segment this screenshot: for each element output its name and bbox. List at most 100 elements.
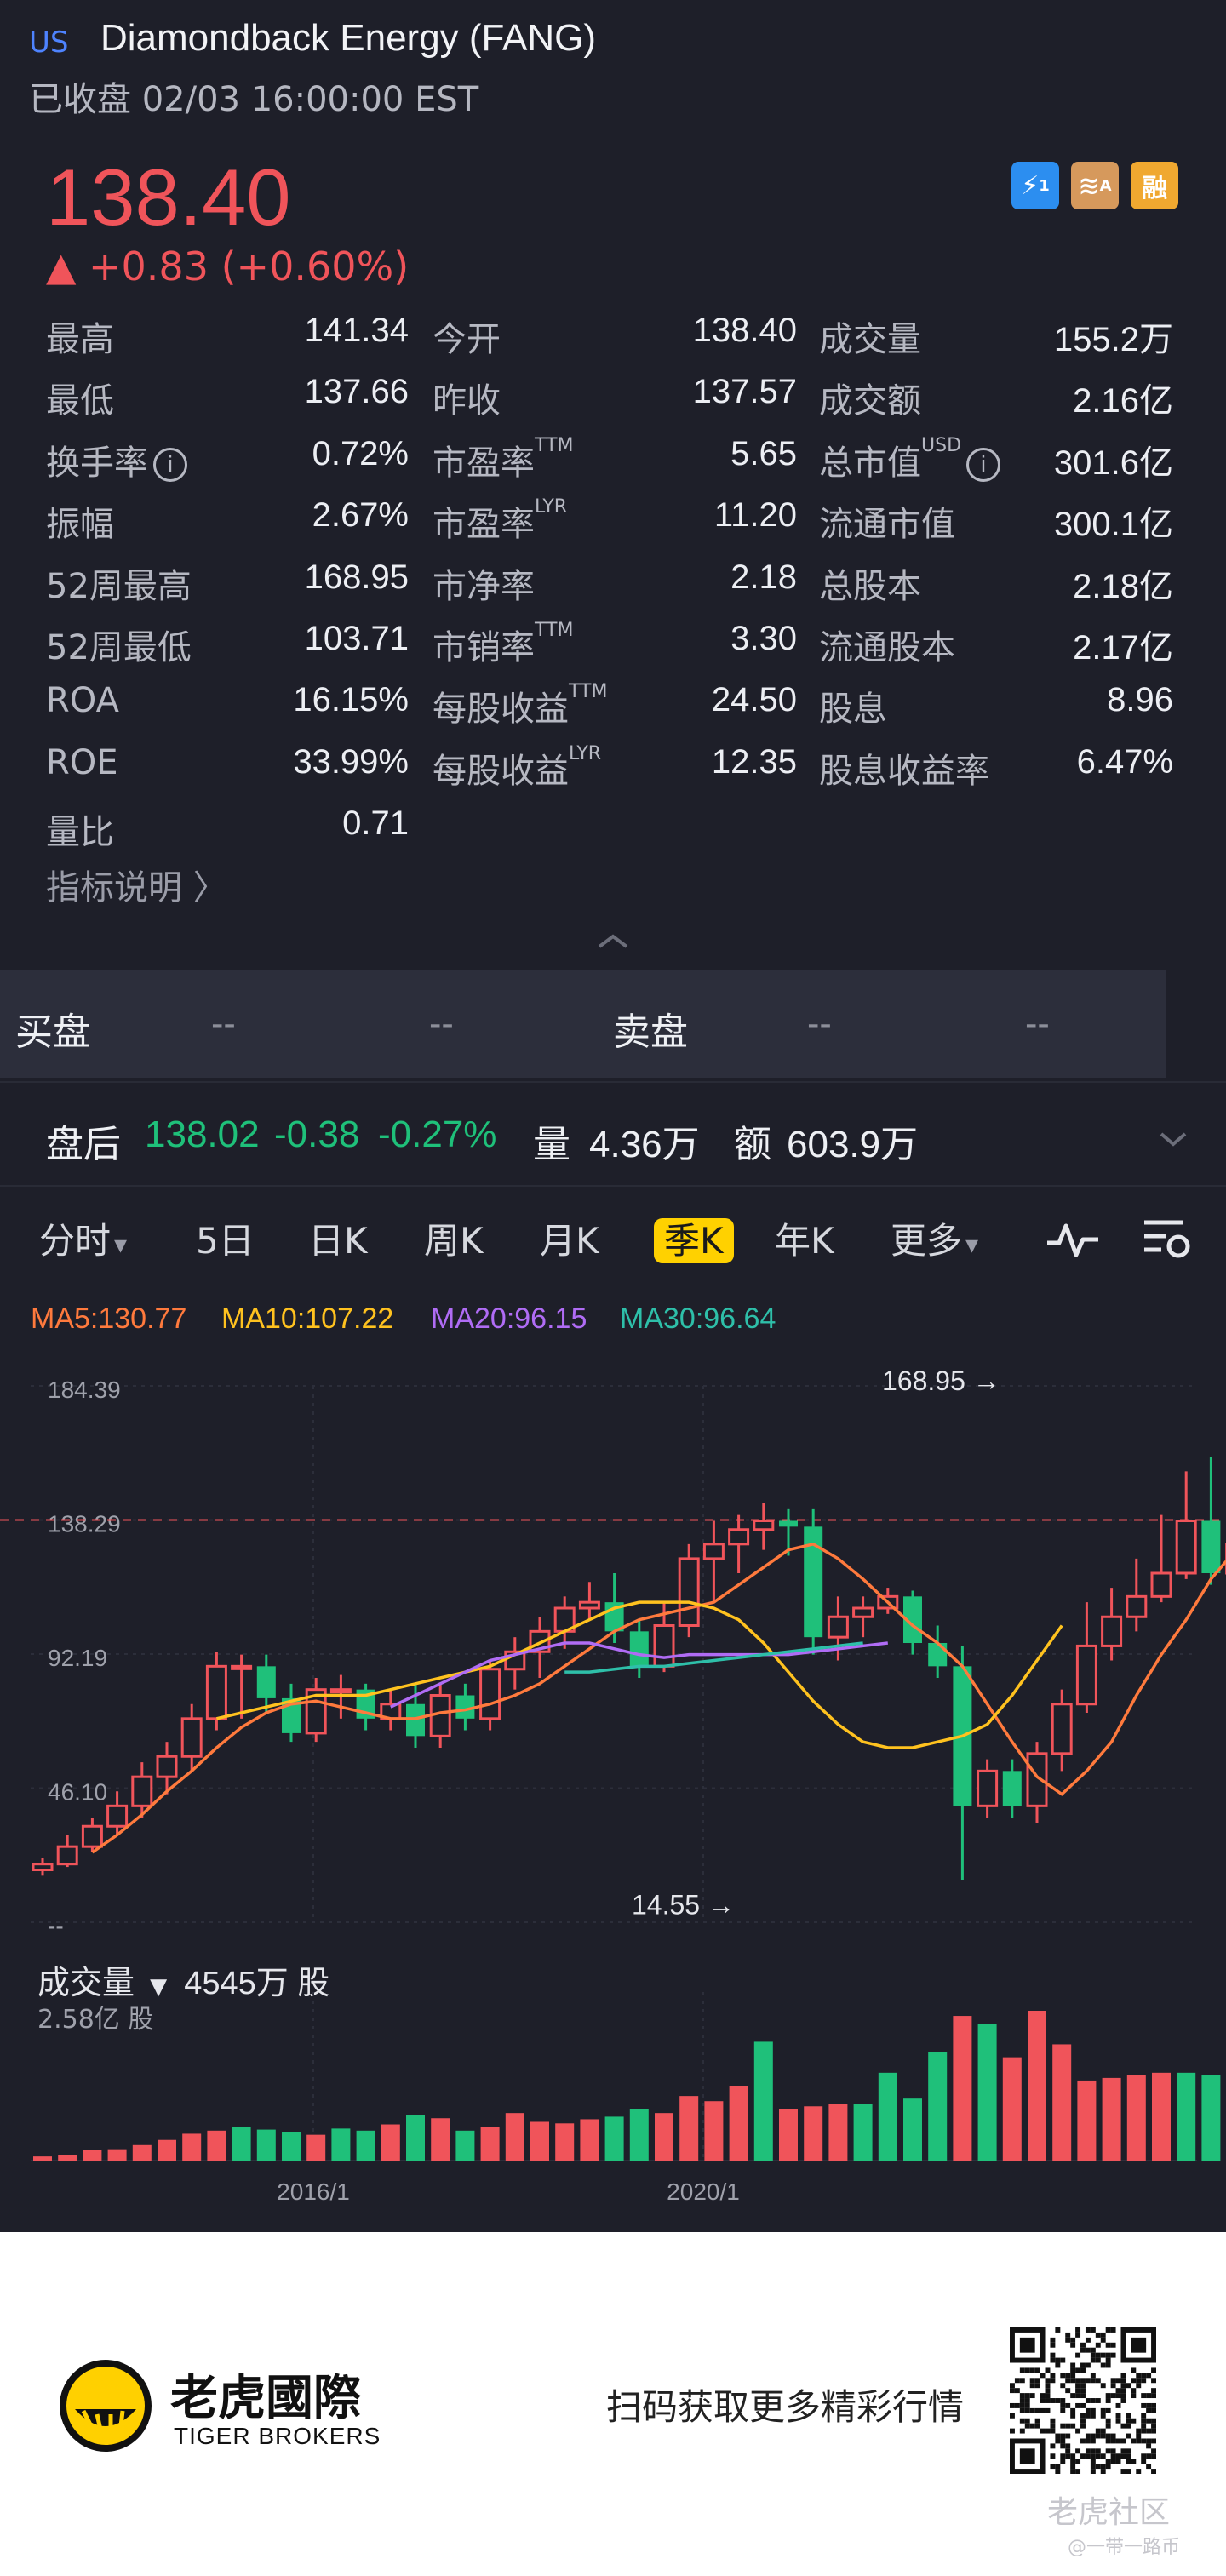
stat-label: 昨收 [433, 381, 501, 421]
tiger-logo-icon [60, 2360, 152, 2452]
after-hours-bar[interactable]: 盘后 138.02 -0.38 -0.27% 量 4.36万 额 603.9万 [0, 1090, 1226, 1183]
stat-cell: 总市值USDi 301.6亿 [819, 435, 1173, 483]
tab-period[interactable]: 年K [775, 1212, 834, 1264]
candle [1002, 1759, 1022, 1818]
ma-legend-item: MA20:96.15 [431, 1302, 587, 1335]
indicator-explanation-link[interactable]: 指标说明 〉 [46, 860, 227, 909]
volume-bar [182, 2133, 202, 2161]
stat-label: 量比 [46, 813, 114, 853]
stat-value: 6.47% [1076, 742, 1173, 781]
tab-label: 季K [654, 1218, 734, 1263]
volume-bar [306, 2134, 326, 2161]
candle [728, 1514, 750, 1573]
volume-bar [928, 2052, 948, 2161]
candle [1051, 1689, 1073, 1772]
volume-bar [903, 2098, 922, 2161]
stat-cell: 市净率 2.18 [433, 558, 797, 606]
stat-label: 振幅 [46, 505, 114, 545]
watermark-community: 老虎社区 [1047, 2495, 1171, 2530]
stat-label: 总股本 [819, 566, 921, 606]
volume-max-label: 2.58亿 股 [37, 2005, 153, 2035]
after-hours-price: 138.02 [145, 1113, 260, 1155]
stat-value: 300.1亿 [1053, 506, 1173, 544]
collapse-caret-icon[interactable] [596, 931, 630, 950]
chevron-down-icon[interactable] [1158, 1131, 1189, 1149]
brand-name-en: TIGER BROKERS [174, 2423, 381, 2449]
y-tick-label: 138.29 [48, 1511, 121, 1537]
after-hours-amt-label: 额 [734, 1123, 771, 1166]
candle [231, 1654, 253, 1719]
stat-label-suffix: TTM [535, 434, 574, 456]
stat-label: 每股收益 [433, 751, 569, 791]
tab-period[interactable]: 更多 ▾ [891, 1212, 978, 1264]
low-annotation: 14.55 → [632, 1889, 735, 1920]
qr-code [1010, 2327, 1156, 2474]
stat-cell: 成交额 2.16亿 [819, 373, 1173, 421]
candle [553, 1596, 576, 1649]
stat-cell: 每股收益LYR 12.35 [433, 743, 797, 791]
tab-period[interactable]: 日K [308, 1212, 368, 1264]
stat-value: 168.95 [304, 558, 409, 596]
stat-cell: 52周最低 103.71 [46, 620, 409, 667]
chart-settings-icon[interactable] [1141, 1217, 1192, 1262]
volume-bar [480, 2127, 500, 2161]
stat-cell: 总股本 2.18亿 [819, 558, 1173, 606]
volume-bar [779, 2109, 798, 2161]
tab-period[interactable]: 5日 [196, 1212, 255, 1264]
ma-legend-item: MA5:130.77 [31, 1302, 187, 1335]
volume-bar [381, 2124, 400, 2161]
tab-period[interactable]: 季K [654, 1212, 734, 1264]
candle [1075, 1602, 1097, 1713]
tab-label: 更多 [891, 1220, 963, 1262]
volume-bar [1002, 2057, 1022, 2161]
tab-period[interactable]: 分时 ▾ [39, 1212, 127, 1264]
stat-value: 141.34 [304, 312, 409, 349]
stat-label: 股息 [819, 690, 887, 730]
volume-bar [555, 2123, 575, 2161]
stat-cell: 股息 8.96 [819, 681, 1173, 730]
stat-cell: 量比 0.71 [46, 804, 409, 853]
x-tick-label: 2020/1 [667, 2178, 740, 2205]
tab-label: 年K [775, 1220, 834, 1262]
caret-down-icon: ▾ [965, 1230, 979, 1260]
volume-bar [753, 2041, 773, 2161]
stat-label: 每股收益 [433, 690, 569, 730]
candle [180, 1703, 203, 1772]
stat-cell: 每股收益TTM 24.50 [433, 681, 797, 730]
candle [356, 1683, 375, 1731]
stat-label: 52周最高 [46, 566, 192, 606]
volume-bar [604, 2116, 624, 2161]
volume-bar [977, 2024, 997, 2161]
stat-value: 103.71 [304, 620, 409, 657]
stat-value: 2.17亿 [1073, 629, 1173, 667]
tab-label: 分时 [39, 1220, 112, 1262]
tab-period[interactable]: 月K [540, 1212, 599, 1264]
candle [903, 1590, 922, 1655]
stat-label-suffix: TTM [569, 681, 608, 703]
stat-cell: 市盈率TTM 5.65 [433, 434, 797, 483]
candle [977, 1759, 999, 1818]
volume-chart[interactable]: 2.58亿 股 2016/1 2020/1 [0, 1992, 1226, 2213]
candle [678, 1543, 700, 1638]
candle [578, 1582, 600, 1620]
indicator-wave-icon[interactable] [1046, 1219, 1100, 1260]
tab-period[interactable]: 周K [424, 1212, 484, 1264]
y-tick-label: -- [48, 1913, 64, 1939]
stat-value: 137.57 [692, 373, 797, 411]
volume-bar [331, 2128, 351, 2161]
candle [1175, 1471, 1197, 1579]
share-footer: 老虎國際 TIGER BROKERS 扫码获取更多精彩行情 老虎社区 @一带一路… [0, 2232, 1226, 2576]
info-icon[interactable]: i [966, 447, 1001, 482]
info-icon[interactable]: i [153, 447, 187, 482]
volume-bar [431, 2118, 450, 2161]
stat-cell: 换手率 i 0.72% [46, 435, 409, 483]
volume-bar [158, 2139, 176, 2161]
volume-bar [580, 2119, 599, 2161]
stat-value: 8.96 [1107, 681, 1173, 719]
volume-bar [828, 2104, 848, 2161]
after-hours-volume: 4.36万 [589, 1124, 700, 1165]
candlestick-chart[interactable]: 184.39 138.29 92.19 46.10 -- 168.95 → 14.55 → [0, 1345, 1226, 1941]
stat-label: ROA [46, 681, 119, 721]
after-hours-pct: -0.27% [378, 1113, 497, 1155]
volume-bar [1177, 2072, 1196, 2161]
